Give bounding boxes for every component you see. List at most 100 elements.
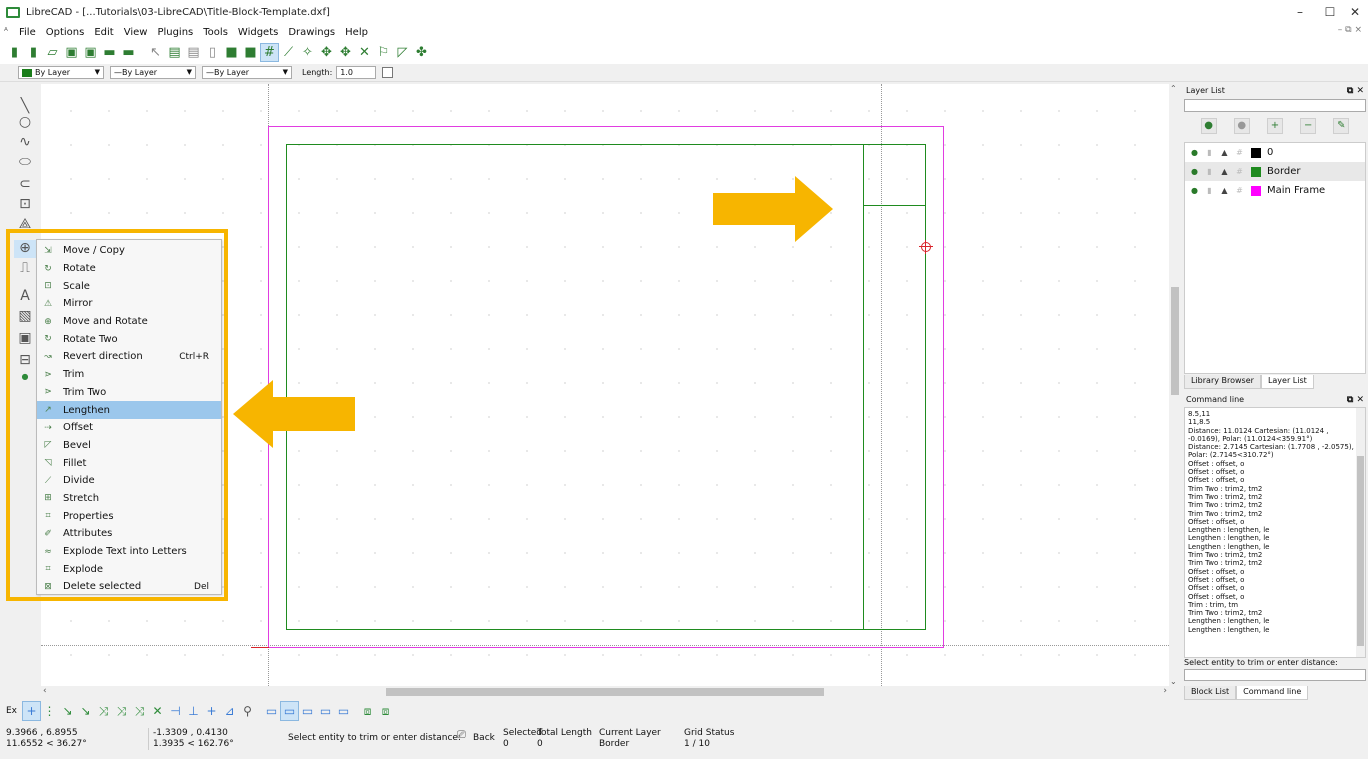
- layer-row-main-frame[interactable]: ● ▮ ▲ # Main Frame: [1185, 181, 1365, 200]
- point-tool-icon[interactable]: ●: [14, 372, 36, 390]
- menu-plugins[interactable]: Plugins: [152, 27, 198, 38]
- snap-free-icon[interactable]: +: [22, 701, 42, 721]
- print-icon[interactable]: ▲: [1219, 186, 1230, 195]
- info-tool-icon[interactable]: ⎍: [14, 260, 36, 278]
- menu-item-move-copy[interactable]: ⇲ Move / Copy: [37, 242, 221, 260]
- command-input[interactable]: [1184, 669, 1366, 681]
- menu-item-divide[interactable]: ⟋ Divide: [37, 472, 221, 490]
- block-tool-icon[interactable]: ⊟: [14, 352, 36, 370]
- menu-item-revert-direction[interactable]: ↝ Revert direction Ctrl+R: [37, 348, 221, 366]
- snap-distance-icon[interactable]: ⤨: [131, 702, 148, 720]
- lock-icon[interactable]: ▮: [1204, 167, 1215, 176]
- view-print-icon[interactable]: ▭: [299, 702, 316, 720]
- spline-tool-icon[interactable]: ∿: [14, 134, 36, 152]
- menu-item-lengthen[interactable]: ↗ Lengthen: [37, 401, 221, 419]
- paste-icon[interactable]: ▤: [185, 44, 202, 61]
- color-combo[interactable]: By Layer ▼: [18, 66, 104, 79]
- lock-icon[interactable]: ▮: [1204, 148, 1215, 157]
- lock-icon[interactable]: ▮: [1204, 186, 1215, 195]
- dock-float-close-icon[interactable]: ⧉ ✕: [1347, 393, 1364, 407]
- system-menu-icon[interactable]: ᴬ: [0, 27, 14, 37]
- menu-item-explode[interactable]: ⌗ Explode: [37, 560, 221, 578]
- eye-icon[interactable]: ●: [1189, 186, 1200, 195]
- zoom-window-icon[interactable]: ◸: [394, 44, 411, 61]
- tab-library-browser[interactable]: Library Browser: [1184, 375, 1261, 389]
- tab-block-list[interactable]: Block List: [1184, 686, 1237, 700]
- length-input[interactable]: 1.0: [336, 66, 377, 79]
- zoom-out-icon[interactable]: ✥: [337, 44, 354, 61]
- snap-intersection-icon[interactable]: ✕: [149, 702, 166, 720]
- layer-row-border[interactable]: ● ▮ ▲ # Border: [1185, 162, 1365, 181]
- modify-tool-icon[interactable]: ⊕: [14, 240, 36, 258]
- menu-item-fillet[interactable]: ◹ Fillet: [37, 454, 221, 472]
- circle-tool-icon[interactable]: ○: [14, 114, 36, 132]
- snap-center-icon[interactable]: ⤨: [95, 702, 112, 720]
- select-tool-icon[interactable]: ⊡: [14, 196, 36, 214]
- save-icon[interactable]: ▣: [63, 44, 80, 61]
- mdi-window-controls[interactable]: – ⧉ ×: [1338, 25, 1362, 35]
- menu-options[interactable]: Options: [41, 27, 90, 38]
- zoom-pan-icon[interactable]: ✤: [413, 44, 430, 61]
- menu-edit[interactable]: Edit: [89, 27, 118, 38]
- layer-filter-input[interactable]: [1184, 99, 1366, 112]
- relative-zero-icon[interactable]: ⊿: [221, 702, 238, 720]
- menu-drawings[interactable]: Drawings: [283, 27, 340, 38]
- block-icon[interactable]: ■: [223, 44, 240, 61]
- restrict-horizontal-icon[interactable]: ⊣: [167, 702, 184, 720]
- restrict-vertical-icon[interactable]: ⊥: [185, 702, 202, 720]
- save-as-icon[interactable]: ▣: [82, 44, 99, 61]
- length-checkbox[interactable]: [382, 67, 394, 78]
- block-create-icon[interactable]: ⧈: [377, 702, 394, 720]
- hatch-tool-icon[interactable]: ▧: [14, 308, 36, 326]
- menu-widgets[interactable]: Widgets: [233, 27, 283, 38]
- image-tool-icon[interactable]: ▣: [14, 330, 36, 348]
- copy-icon[interactable]: ▤: [166, 44, 183, 61]
- open-file-icon[interactable]: ▱: [44, 44, 61, 61]
- menu-item-move-and-rotate[interactable]: ⊕ Move and Rotate: [37, 313, 221, 331]
- title-block-horizontal-line[interactable]: [863, 205, 926, 206]
- scroll-up-icon[interactable]: ⌃: [1170, 84, 1177, 93]
- block-insert-icon[interactable]: ⧈: [359, 702, 376, 720]
- menu-item-delete-selected[interactable]: ⊠ Delete selected Del: [37, 578, 221, 596]
- linetype-combo[interactable]: — By Layer ▼: [110, 66, 196, 79]
- menu-item-bevel[interactable]: ◸ Bevel: [37, 437, 221, 455]
- linewidth-combo[interactable]: — By Layer ▼: [202, 66, 292, 79]
- view-mode-icon[interactable]: ▭: [317, 702, 334, 720]
- command-scroll-thumb[interactable]: [1357, 456, 1364, 646]
- lock-relative-zero-icon[interactable]: ⚲: [239, 702, 256, 720]
- draft-mode-icon[interactable]: ⟋: [280, 44, 297, 61]
- print-preview-icon[interactable]: ▬: [120, 44, 137, 61]
- exclusive-snap-label[interactable]: Ex: [6, 706, 17, 716]
- scroll-down-icon[interactable]: ⌄: [1170, 677, 1177, 686]
- remove-layer-icon[interactable]: −: [1300, 118, 1317, 134]
- view-preview-icon[interactable]: ▭: [263, 702, 280, 720]
- select-pointer-icon[interactable]: ↖: [147, 44, 164, 61]
- minimize-button[interactable]: –: [1283, 0, 1317, 24]
- restrict-orthogonal-icon[interactable]: +: [203, 702, 220, 720]
- menu-item-trim[interactable]: ⋗ Trim: [37, 366, 221, 384]
- redraw-icon[interactable]: ✧: [299, 44, 316, 61]
- menu-help[interactable]: Help: [340, 27, 373, 38]
- text-tool-icon[interactable]: A: [14, 288, 36, 306]
- clipboard-icon[interactable]: ▯: [204, 44, 221, 61]
- new-file-icon[interactable]: ▮: [6, 44, 23, 61]
- tab-command-line[interactable]: Command line: [1236, 686, 1309, 700]
- dock-float-close-icon[interactable]: ⧉ ✕: [1347, 84, 1364, 98]
- scroll-left-icon[interactable]: ‹: [43, 686, 47, 696]
- menu-item-mirror[interactable]: ⚠ Mirror: [37, 295, 221, 313]
- menu-item-offset[interactable]: ⇢ Offset: [37, 419, 221, 437]
- vertical-scroll-thumb[interactable]: [1171, 287, 1179, 395]
- menu-item-scale[interactable]: ⊡ Scale: [37, 277, 221, 295]
- menu-item-explode-text-into-letters[interactable]: ≈ Explode Text into Letters: [37, 543, 221, 561]
- menu-item-attributes[interactable]: ✐ Attributes: [37, 525, 221, 543]
- new-template-icon[interactable]: ▮: [25, 44, 42, 61]
- add-layer-icon[interactable]: +: [1266, 118, 1283, 134]
- zoom-in-icon[interactable]: ✥: [318, 44, 335, 61]
- title-block-vertical-line[interactable]: [863, 144, 864, 630]
- menu-item-trim-two[interactable]: ⋗ Trim Two: [37, 384, 221, 402]
- menu-file[interactable]: File: [14, 27, 41, 38]
- grid-toggle-icon[interactable]: #: [260, 42, 279, 62]
- layer-row-0[interactable]: ● ▮ ▲ # 0: [1185, 143, 1365, 162]
- edit-layer-icon[interactable]: ✎: [1333, 118, 1350, 134]
- menu-item-stretch[interactable]: ⊞ Stretch: [37, 490, 221, 508]
